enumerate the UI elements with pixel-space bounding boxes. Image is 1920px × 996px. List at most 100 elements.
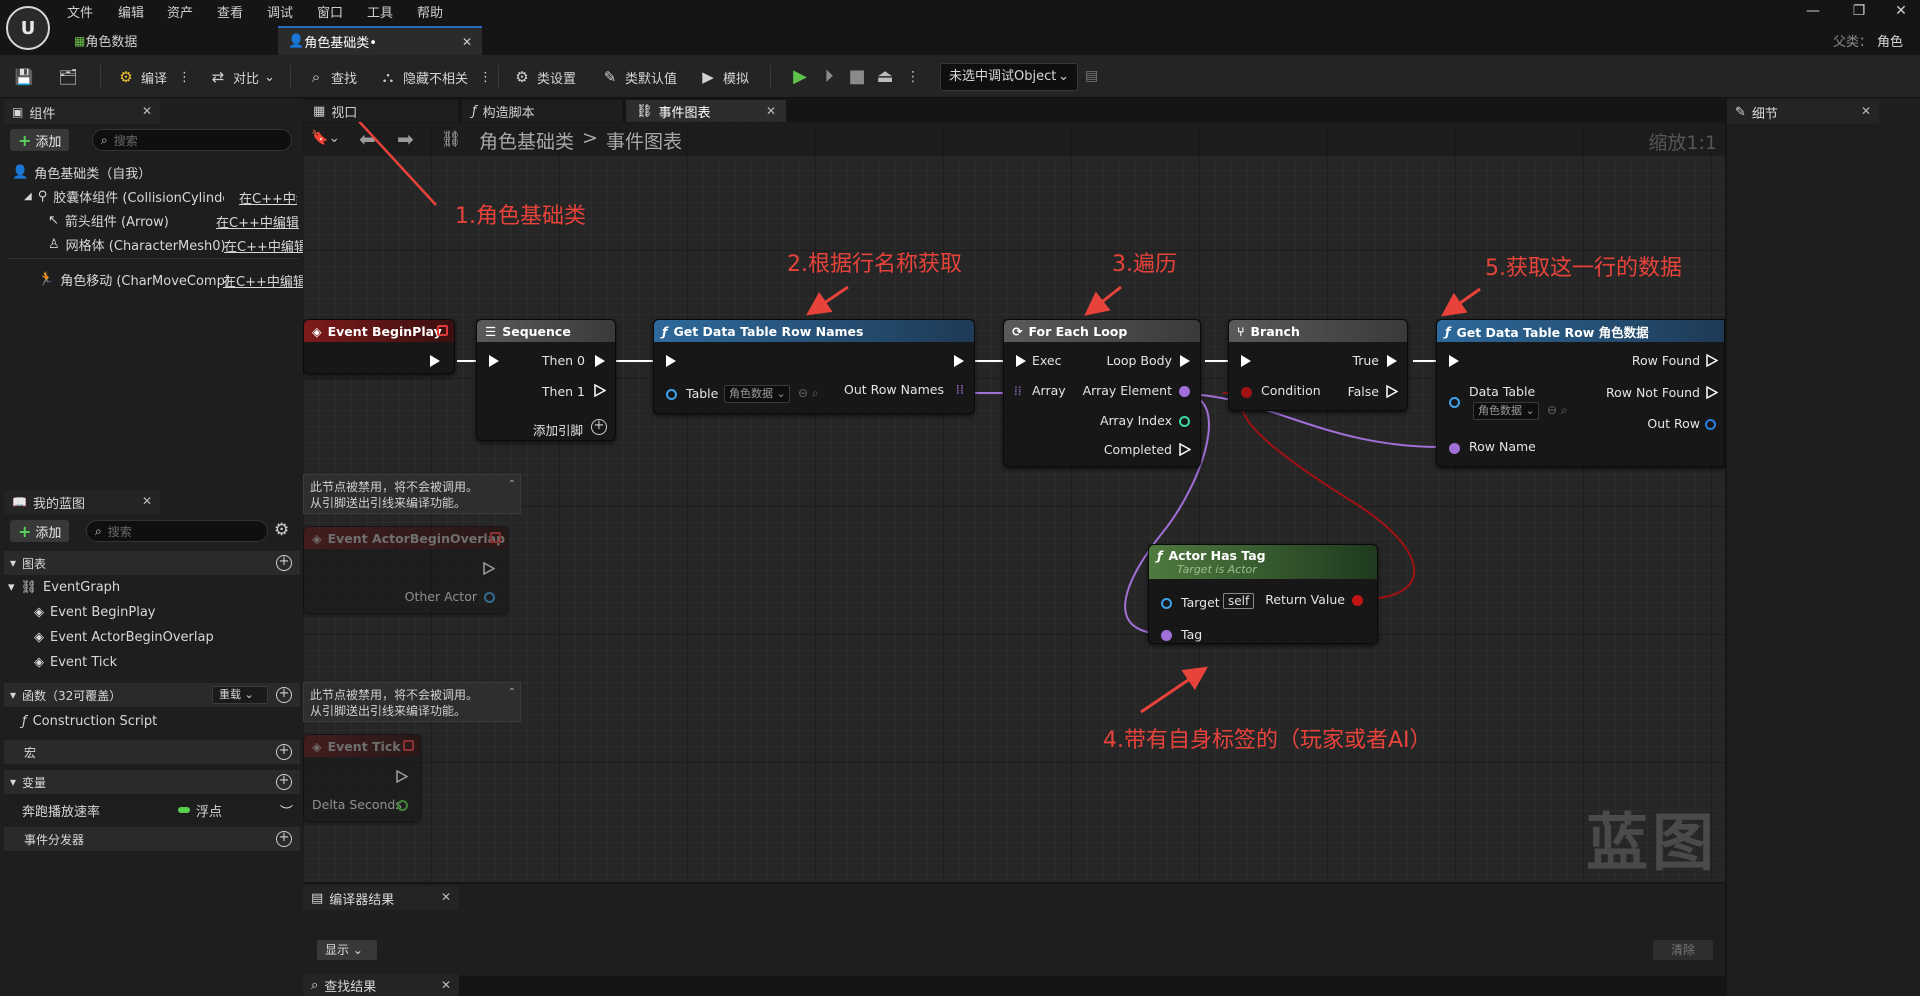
graphs-section[interactable]: ▾ 图表 + xyxy=(4,551,300,575)
variables-section[interactable]: ▾ 变量 + xyxy=(4,770,300,794)
menu-file[interactable]: 文件 xyxy=(67,2,93,21)
doc-tab-character-data[interactable]: ▦ 角色数据 xyxy=(64,26,274,55)
component-self[interactable]: 👤 角色基础类（自我） xyxy=(12,161,151,183)
stop-icon[interactable]: ■ xyxy=(845,65,869,89)
simulate-button[interactable]: ▶ 模拟 xyxy=(698,64,749,90)
tab-construction-script[interactable]: ƒ 构造脚本 xyxy=(462,100,622,122)
menu-asset[interactable]: 资产 xyxy=(167,2,193,21)
macros-section[interactable]: 宏 + xyxy=(4,740,300,764)
compile-button[interactable]: ⚙ 编译 ⋮ xyxy=(116,64,191,90)
doc-tab-character-base[interactable]: 👤 角色基础类• ✕ xyxy=(278,26,482,55)
menu-window[interactable]: 窗口 xyxy=(317,2,343,21)
my-blueprint-panel: 📖 我的蓝图 ✕ + 添加 ⌕ 搜索 ⚙ ▾ 图表 + ▾ ⛓ EventGraph… xyxy=(0,490,303,996)
play-options-icon[interactable]: ⋮ xyxy=(901,65,925,89)
pencil-icon: ✎ xyxy=(1735,104,1746,120)
unreal-logo-icon[interactable]: U xyxy=(6,6,50,50)
step-icon[interactable]: ⏵ xyxy=(817,65,841,89)
edit-in-cpp-link[interactable]: 在C++中编辑 xyxy=(216,212,299,231)
chevron-down-icon[interactable]: ︶ xyxy=(280,801,293,820)
browse-icon: 🗂 xyxy=(58,68,78,86)
find-results-tab[interactable]: ⌕ 查找结果 ✕ xyxy=(303,974,459,996)
menu-tools[interactable]: 工具 xyxy=(367,2,393,21)
save-button[interactable]: 💾 xyxy=(14,64,34,90)
menu-help[interactable]: 帮助 xyxy=(417,2,443,21)
parent-class-label: 父类： xyxy=(1833,35,1873,50)
close-tab-icon[interactable]: ✕ xyxy=(766,104,776,118)
annotation-5: 5.获取这一行的数据 xyxy=(1485,256,1682,281)
search-icon: ⌕ xyxy=(311,977,319,993)
title-bar: U 文件 编辑 资产 查看 调试 窗口 工具 帮助 ▦ 角色数据 👤 角色基础类… xyxy=(0,0,1920,55)
component-arrow[interactable]: ↖ 箭头组件 (Arrow) xyxy=(48,209,169,231)
menu-edit[interactable]: 编辑 xyxy=(118,2,144,21)
plus-icon: + xyxy=(18,521,32,541)
annotation-arrow xyxy=(1140,666,1208,714)
menu-view[interactable]: 查看 xyxy=(217,2,243,21)
construction-script-item[interactable]: ƒ Construction Script xyxy=(22,710,157,732)
movement-icon: 🏃 xyxy=(38,271,55,287)
add-variable-icon[interactable]: + xyxy=(276,774,292,790)
annotation-3: 3.遍历 xyxy=(1112,252,1177,277)
functions-section[interactable]: ▾ 函数（32可覆盖） 重载 ⌄ + xyxy=(4,683,300,707)
debug-filter-icon[interactable]: ▤ xyxy=(1085,68,1098,84)
restore-icon[interactable]: ❐ xyxy=(1836,0,1882,22)
browse-button[interactable]: 🗂 xyxy=(58,64,78,90)
mesh-icon: ♙ xyxy=(48,236,60,252)
components-tab[interactable]: ▣ 组件 ✕ xyxy=(4,100,160,124)
close-tab-icon[interactable]: ✕ xyxy=(462,35,472,49)
add-macro-icon[interactable]: + xyxy=(276,744,292,760)
close-panel-icon[interactable]: ✕ xyxy=(441,978,451,992)
component-movement[interactable]: 🏃 角色移动 (CharMoveComp) xyxy=(38,268,230,290)
event-item-overlap[interactable]: ◈ Event ActorBeginOverlap xyxy=(34,626,214,648)
override-dropdown[interactable]: 重载 ⌄ xyxy=(212,686,268,704)
debug-object-select[interactable]: 未选中调试Object ⌄ xyxy=(940,63,1078,91)
find-button[interactable]: ⌕ 查找 xyxy=(306,64,357,90)
diff-button[interactable]: ⇄ 对比 ⌄ xyxy=(208,64,275,90)
eject-icon[interactable]: ⏏ xyxy=(873,65,897,89)
parent-class-value[interactable]: 角色 xyxy=(1877,31,1903,50)
search-icon: ⌕ xyxy=(95,523,102,538)
variable-item[interactable]: 奔跑播放速率 浮点 ︶ xyxy=(22,799,298,821)
hide-unrelated-button[interactable]: ⛬ 隐藏不相关 ⋮ xyxy=(378,64,492,90)
hide-unrelated-icon: ⛬ xyxy=(382,68,394,86)
simulate-icon: ▶ xyxy=(702,68,714,86)
add-graph-icon[interactable]: + xyxy=(276,555,292,571)
annotation-arrow xyxy=(357,122,437,206)
tab-event-graph[interactable]: ⛓ 事件图表 ✕ xyxy=(626,100,786,122)
event-item-beginplay[interactable]: ◈ Event BeginPlay xyxy=(34,601,156,623)
component-mesh[interactable]: ♙ 网格体 (CharacterMesh0) xyxy=(48,233,226,255)
event-dispatchers-section[interactable]: 事件分发器 + xyxy=(4,827,300,851)
edit-in-cpp-link[interactable]: 在C++中编辑 xyxy=(223,271,306,290)
event-graph-canvas[interactable]: 🔖⌄ ⬅ ➡ ⛓ 角色基础类 > 事件图表 缩放1:1 ◈ Event Begi… xyxy=(303,122,1725,882)
clear-button[interactable]: 清除 xyxy=(1653,940,1713,960)
show-dropdown[interactable]: 显示 ⌄ xyxy=(317,940,377,960)
components-search-input[interactable]: ⌕ 搜索 xyxy=(92,129,292,151)
event-item-tick[interactable]: ◈ Event Tick xyxy=(34,651,117,673)
tab-viewport[interactable]: ▦ 视口 xyxy=(303,100,458,122)
close-window-icon[interactable]: ✕ xyxy=(1878,0,1920,22)
my-blueprint-search-input[interactable]: ⌕ 搜索 xyxy=(86,520,268,542)
edit-in-cpp-link[interactable]: 在C++中编 xyxy=(239,188,297,207)
class-defaults-button[interactable]: ✎ 类默认值 xyxy=(600,64,677,90)
close-panel-icon[interactable]: ✕ xyxy=(441,890,451,904)
event-graph-item[interactable]: ▾ ⛓ EventGraph xyxy=(8,576,120,598)
add-function-icon[interactable]: + xyxy=(276,687,292,703)
close-panel-icon[interactable]: ✕ xyxy=(1861,104,1871,118)
my-blueprint-tab[interactable]: 📖 我的蓝图 ✕ xyxy=(4,490,160,514)
add-member-button[interactable]: + 添加 xyxy=(10,520,70,542)
minimize-icon[interactable]: — xyxy=(1790,0,1836,22)
settings-gear-icon[interactable]: ⚙ xyxy=(274,520,289,540)
data-table-icon: ▦ xyxy=(74,33,86,48)
function-icon: ƒ xyxy=(472,103,477,119)
class-settings-button[interactable]: ⚙ 类设置 xyxy=(512,64,576,90)
edit-in-cpp-link[interactable]: 在C++中编辑 xyxy=(224,236,307,255)
add-dispatcher-icon[interactable]: + xyxy=(276,831,292,847)
graph-icon: ⛓ xyxy=(20,579,38,595)
play-icon[interactable]: ▶ xyxy=(788,65,812,89)
add-component-button[interactable]: + 添加 xyxy=(10,129,70,151)
details-tab[interactable]: ✎ 细节 ✕ xyxy=(1727,100,1879,124)
compiler-results-tab[interactable]: ▤ 编译器结果 ✕ xyxy=(303,886,459,910)
close-panel-icon[interactable]: ✕ xyxy=(142,494,152,508)
component-capsule[interactable]: ◢ ⚲ 胶囊体组件 (CollisionCylinder) xyxy=(24,185,224,207)
menu-debug[interactable]: 调试 xyxy=(267,2,293,21)
close-panel-icon[interactable]: ✕ xyxy=(142,104,152,118)
